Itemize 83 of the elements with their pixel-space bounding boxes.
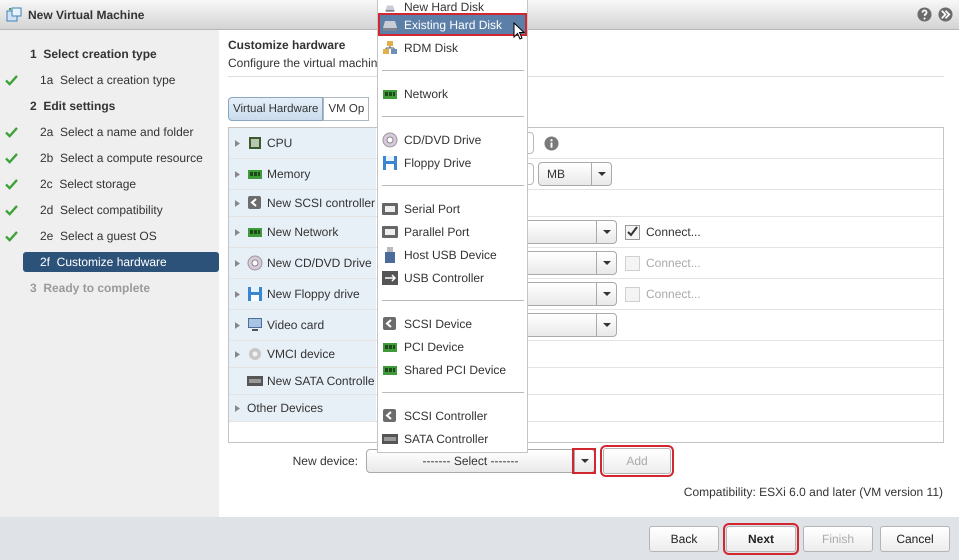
expand-arrow-icon[interactable] [235, 170, 240, 178]
step-item[interactable]: 2b Select a compute resource [23, 148, 214, 168]
footer-button[interactable]: Cancel [880, 526, 950, 552]
menu-item[interactable]: Parallel Port [378, 220, 527, 243]
expand-arrow-icon[interactable] [235, 350, 240, 358]
caret-icon [602, 230, 610, 234]
floppy-icon [382, 154, 398, 170]
menu-item[interactable]: Shared PCI Device [378, 358, 527, 381]
device-label: New SATA Controlle [267, 374, 375, 388]
port-icon [382, 200, 398, 216]
info-icon[interactable] [544, 136, 559, 150]
caret-icon [598, 172, 606, 176]
caret-icon [602, 323, 610, 327]
menu-item[interactable]: SATA Controller [378, 427, 527, 450]
help-icon[interactable] [917, 7, 932, 22]
menu-item[interactable]: Host USB Device [378, 243, 527, 266]
device-label: CPU [267, 136, 292, 150]
checkbox-label: Connect... [646, 287, 701, 301]
expand-arrow-icon[interactable] [235, 322, 240, 328]
expand-arrow-icon[interactable] [235, 404, 240, 412]
menu-item[interactable]: SCSI Controller [378, 404, 527, 427]
step-item[interactable]: 2d Select compatibility [23, 200, 214, 220]
menu-item[interactable]: USB Controller [378, 266, 527, 289]
expand-arrow-icon[interactable] [235, 200, 240, 206]
controller-icon [247, 195, 263, 211]
footer-button[interactable]: Back [649, 526, 719, 552]
menu-item[interactable]: Serial Port [378, 197, 527, 220]
step-item[interactable]: 2c Select storage [23, 174, 214, 194]
monitor-icon [247, 317, 263, 333]
step-item[interactable]: 2f Customize hardware [23, 252, 219, 272]
controller-icon [247, 373, 263, 389]
menu-item[interactable]: SCSI Device [378, 312, 527, 335]
expand-arrow-icon[interactable] [235, 228, 240, 236]
linked-disk-icon [382, 40, 398, 56]
expand-arrow-icon[interactable] [235, 260, 240, 266]
menu-item[interactable]: Existing Hard Disk [378, 13, 527, 36]
device-label: New Floppy drive [267, 287, 360, 301]
step-item[interactable]: 1a Select a creation type [23, 70, 214, 90]
menu-item[interactable]: Floppy Drive [378, 151, 527, 174]
usb-stick-icon [382, 246, 398, 262]
checkbox-label: Connect... [646, 256, 701, 270]
tab[interactable]: Virtual Hardware [228, 97, 324, 121]
menu-item[interactable]: PCI Device [378, 335, 527, 358]
device-label: New SCSI controller [267, 196, 376, 210]
device-label: VMCI device [267, 347, 336, 361]
caret-icon [580, 459, 588, 463]
device-label: Other Devices [247, 401, 324, 415]
menu-item[interactable]: CD/DVD Drive [378, 128, 527, 151]
checkbox[interactable] [625, 224, 640, 240]
floppy-icon [247, 286, 263, 302]
checkbox-label: Connect... [646, 225, 701, 239]
section-label: 2 Edit settings [29, 98, 116, 115]
device-label: Video card [267, 318, 324, 332]
chip-icon [247, 135, 263, 151]
cursor-icon [513, 22, 525, 40]
double-chevron-icon[interactable] [938, 7, 953, 22]
section-label: 1 Select creation type [29, 46, 158, 63]
controller-icon [382, 316, 398, 332]
caret-icon [602, 292, 610, 296]
menu-item[interactable]: New Hard Disk [378, 0, 527, 13]
caret-icon [602, 261, 610, 265]
menu-item[interactable]: Network [378, 82, 527, 105]
device-label: New CD/DVD Drive [267, 256, 372, 270]
menu-item[interactable]: RDM Disk [378, 36, 527, 59]
window-title: New Virtual Machine [28, 8, 144, 22]
expand-arrow-icon[interactable] [235, 140, 240, 146]
disc-icon [382, 132, 398, 148]
device-label: New Network [267, 225, 338, 239]
tab[interactable]: VM Op [323, 97, 370, 121]
expand-arrow-icon[interactable] [235, 290, 240, 298]
step-item[interactable]: 2a Select a name and folder [23, 122, 214, 142]
section-label: 3 Ready to complete [29, 280, 152, 297]
step-item[interactable]: 2e Select a guest OS [23, 226, 214, 246]
virtual-machine-icon [6, 6, 22, 22]
page-title: Customize hardware [228, 38, 346, 52]
compatibility-text: Compatibility: ESXi 6.0 and later (VM version 11) [682, 485, 943, 499]
controller-icon [382, 408, 398, 424]
disc-icon [247, 255, 263, 271]
unit-dropdown[interactable]: MB [538, 162, 612, 186]
page-subtitle: Configure the virtual machin [228, 56, 378, 70]
field-label: New device: [292, 454, 359, 468]
device-label: Memory [267, 167, 310, 181]
port-icon [382, 224, 398, 240]
